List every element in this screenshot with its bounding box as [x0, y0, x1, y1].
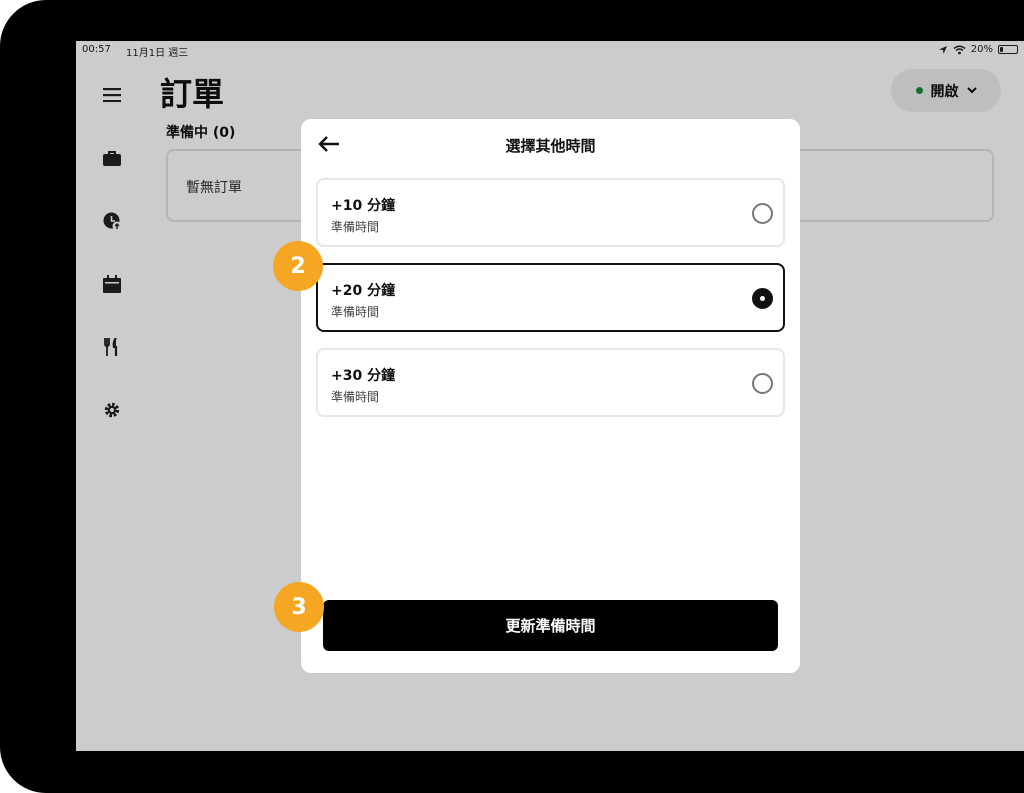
radio-selected-icon[interactable]: [752, 288, 773, 309]
radio-unselected-icon[interactable]: [752, 203, 773, 224]
option-20-min[interactable]: +20 分鐘 準備時間: [316, 263, 785, 332]
step-3-badge: 3: [274, 582, 324, 632]
modal-title: 選擇其他時間: [505, 137, 596, 155]
select-time-modal: 選擇其他時間 +10 分鐘 準備時間 +20 分鐘 準備時間 +30 分鐘 準備…: [301, 119, 800, 673]
option-30-min[interactable]: +30 分鐘 準備時間: [316, 348, 785, 417]
radio-unselected-icon[interactable]: [752, 373, 773, 394]
update-prep-time-button[interactable]: 更新準備時間: [323, 600, 778, 651]
option-title: +20 分鐘: [331, 283, 396, 299]
option-10-min[interactable]: +10 分鐘 準備時間: [316, 178, 785, 247]
option-subtitle: 準備時間: [331, 390, 380, 404]
option-title: +10 分鐘: [331, 198, 396, 214]
app-screen: 00:57 11月1日 週三 20% 訂單 準備中 (0) 暫無訂單 開啟 選擇…: [76, 41, 1024, 751]
option-title: +30 分鐘: [331, 368, 396, 384]
option-subtitle: 準備時間: [331, 305, 380, 319]
option-subtitle: 準備時間: [331, 220, 380, 234]
step-2-badge: 2: [273, 241, 323, 291]
